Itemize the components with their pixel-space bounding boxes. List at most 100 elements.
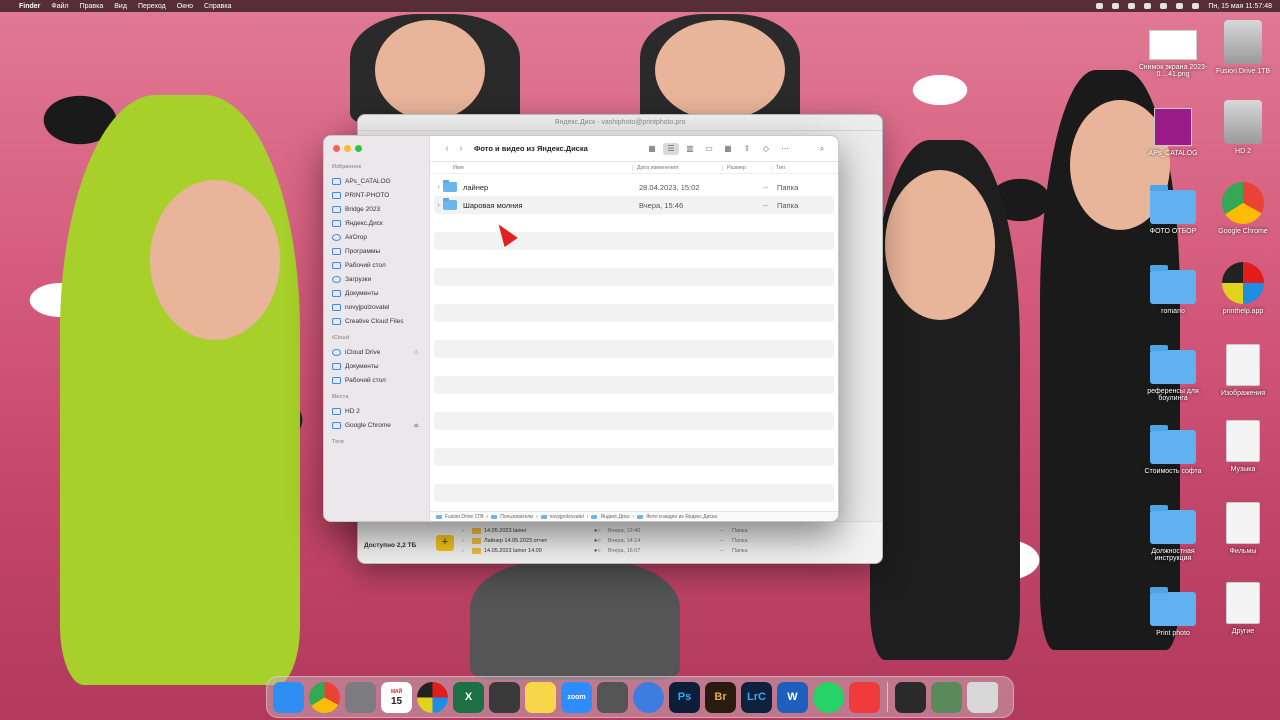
printhelp-icon[interactable] [417,681,448,713]
zoom-icon[interactable]: zoom [561,681,592,713]
status-icon[interactable] [1112,3,1120,9]
drive-app-icon[interactable] [633,681,664,713]
chrome-icon[interactable] [309,681,340,713]
sidebar-item-yandex-disk[interactable]: Яндекс.Диск [324,216,429,230]
desktop-icon-software-cost[interactable]: Стоимость софта [1138,425,1208,475]
sidebar-item-icloud-documents[interactable]: Документы [324,359,429,373]
list-view-button[interactable]: ☰ [663,142,679,155]
list-item[interactable]: › Лайнер 14.05.2023 отчет ●○ Вчера, 14:1… [462,536,862,546]
path-segment[interactable]: novyjpolzovatel [550,514,584,520]
close-button[interactable] [333,145,340,152]
sidebar-item-bridge[interactable]: Bridge 2023 [324,202,429,216]
finder-icon[interactable] [273,681,304,713]
menu-file[interactable]: Файл [51,3,68,10]
whatsapp-icon[interactable] [813,681,844,713]
chevron-right-icon[interactable]: › [462,528,472,534]
column-header-size[interactable]: Размер [723,165,772,171]
column-header-date[interactable]: Дата изменения [633,165,723,171]
chevron-right-icon[interactable]: › [434,184,443,191]
menu-window[interactable]: Окно [177,3,193,10]
menu-edit[interactable]: Правка [80,3,104,10]
path-segment[interactable]: Fusion Drive 1TB [445,514,484,520]
trash-icon[interactable] [967,681,998,713]
sidebar-item-home[interactable]: novyjpolzovatel [324,300,429,314]
desktop-icon-printhelp[interactable]: printhelp.app [1208,262,1278,315]
list-item[interactable]: › 14.05.2023 lainer ●○ Вчера, 12:40 -- П… [462,526,862,536]
desktop-icon-google-chrome[interactable]: Google Chrome [1208,182,1278,235]
status-icon[interactable] [1144,3,1152,9]
menu-go[interactable]: Переход [138,3,166,10]
desktop-icon-movies[interactable]: Фильмы [1208,502,1278,555]
desktop-icon-aps-catalog[interactable]: APs_CATALOG [1138,108,1208,157]
search-icon[interactable]: ⌕ [814,143,830,155]
bridge-icon[interactable]: Br [705,681,736,713]
menu-app-name[interactable]: Finder [19,3,40,10]
notes-icon[interactable] [525,681,556,713]
add-button[interactable]: + [436,535,454,551]
more-actions-icon[interactable]: ⋯ [777,143,793,155]
lightroom-classic-icon[interactable]: LrC [741,681,772,713]
word-icon[interactable]: W [777,681,808,713]
sidebar-item-downloads[interactable]: Загрузки [324,272,429,286]
path-segment[interactable]: Яндекс.Диск [600,514,629,520]
group-button[interactable]: ▦ [720,143,736,155]
column-view-button[interactable]: ▥ [682,143,698,155]
desktop-icon-bowling-refs[interactable]: референсы для боулинга [1138,345,1208,402]
menu-help[interactable]: Справка [204,3,231,10]
anydesk-icon[interactable] [849,681,880,713]
clock[interactable]: Пн, 15 мая 11:57:48 [1208,3,1272,10]
chevron-right-icon[interactable]: › [434,202,443,209]
desktop-icon-screenshot[interactable]: Снимок экрана 2023-0....41.png [1138,30,1208,78]
desktop-icon-other[interactable]: Другие [1208,582,1278,635]
finder-window[interactable]: Избранное APs_CATALOG PRINT-PHOTO Bridge… [323,135,839,522]
wifi-icon[interactable] [1160,3,1168,9]
icon-view-button[interactable]: ▦ [644,143,660,155]
sidebar-item-hd2[interactable]: HD 2 [324,404,429,418]
status-icon[interactable] [1096,3,1104,9]
photoshop-icon[interactable]: Ps [669,681,700,713]
sidebar-item-icloud-desktop[interactable]: Рабочий стол [324,373,429,387]
sidebar-item-aps-catalog[interactable]: APs_CATALOG [324,174,429,188]
gallery-view-button[interactable]: ▭ [701,143,717,155]
zoom-button[interactable] [355,145,362,152]
forward-button[interactable]: › [454,143,468,154]
calendar-icon[interactable]: МАЙ 15 [381,681,412,713]
list-item[interactable]: › лайнер 28.04.2023, 15:02 -- Папка [434,178,834,196]
excel-icon[interactable]: X [453,681,484,713]
printer-icon[interactable] [597,681,628,713]
column-header-name[interactable]: Имя [430,165,633,171]
tag-icon[interactable]: ◇ [758,143,774,155]
sidebar-item-airdrop[interactable]: AirDrop [324,230,429,244]
minimize-button[interactable] [344,145,351,152]
eject-icon[interactable]: ⏏ [413,422,419,429]
desktop-icon-fusion-drive[interactable]: Fusion Drive 1TB [1208,20,1278,75]
status-icon[interactable] [1128,3,1136,9]
desktop-icon-music[interactable]: Музыка [1208,420,1278,473]
battery-icon[interactable] [1176,3,1184,9]
desktop-icon-foto-otbor[interactable]: ФОТО ОТБОР [1138,185,1208,235]
chevron-right-icon[interactable]: › [462,548,472,554]
system-settings-icon[interactable] [345,681,376,713]
sidebar-item-desktop[interactable]: Рабочий стол [324,258,429,272]
desktop-icon-images[interactable]: Изображения [1208,344,1278,397]
sidebar-item-google-chrome[interactable]: Google Chrome ⏏ [324,418,429,432]
share-icon[interactable]: ⇪ [739,143,755,155]
sidebar-item-print-photo[interactable]: PRINT-PHOTO [324,188,429,202]
sidebar-item-documents[interactable]: Документы [324,286,429,300]
desktop-icon-hd2[interactable]: HD 2 [1208,100,1278,155]
desktop-icon-print-photo[interactable]: Print photo [1138,587,1208,637]
minimized-window-icon[interactable] [931,681,962,713]
control-center-icon[interactable] [1192,3,1200,9]
list-item[interactable]: › 14.05.2023 lainer 14.00 ●○ Вчера, 16:0… [462,546,862,556]
lrc-window-icon[interactable] [895,681,926,713]
sidebar-item-creative-cloud[interactable]: Creative Cloud Files [324,314,429,328]
desktop-icon-job-description[interactable]: Должностная инструкция [1138,505,1208,562]
menu-view[interactable]: Вид [114,3,127,10]
desktop-icon-romario[interactable]: romario [1138,265,1208,315]
list-item[interactable]: › Шаровая молния Вчера, 15:46 -- Папка [434,196,834,214]
chevron-right-icon[interactable]: › [462,538,472,544]
calculator-icon[interactable] [489,681,520,713]
path-segment[interactable]: Пользователи [500,514,533,520]
column-header-kind[interactable]: Тип [772,165,785,171]
sidebar-item-applications[interactable]: Программы [324,244,429,258]
